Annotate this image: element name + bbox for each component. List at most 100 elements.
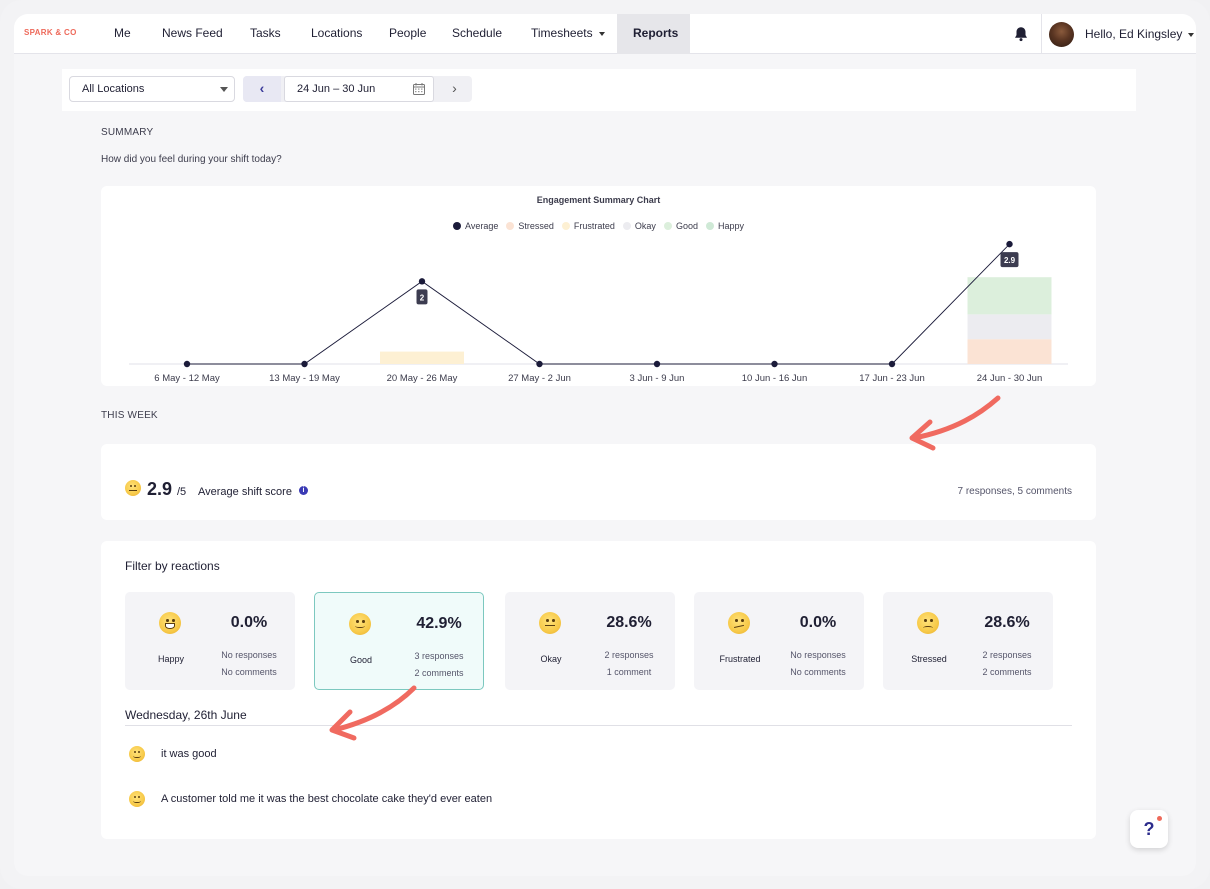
- summary-heading: SUMMARY: [101, 127, 154, 138]
- annotation-arrow-icon: [329, 685, 417, 741]
- bell-icon[interactable]: [1012, 25, 1030, 43]
- engagement-chart-card: Engagement Summary Chart Average Stressed…: [101, 186, 1096, 386]
- date-range-picker: ‹ 24 Jun – 30 Jun ›: [243, 76, 472, 102]
- x-tick-label: 17 Jun - 23 Jun: [859, 373, 925, 384]
- day-divider: [125, 725, 1072, 726]
- average-score-label: Average shift score: [198, 486, 292, 498]
- nav-item-people[interactable]: People: [373, 14, 442, 54]
- reaction-percent: 0.0%: [230, 614, 268, 631]
- neutral-face-icon: [539, 612, 561, 634]
- reaction-comments: 2 comments: [982, 667, 1032, 677]
- x-tick-label: 27 May - 2 Jun: [508, 373, 571, 384]
- chart-plot: 2 2.9 6 May - 12 May 13 May - 19 May 20 May …: [129, 240, 1068, 384]
- data-label: 2.9: [1004, 256, 1016, 265]
- bar-segment-okay: [967, 314, 1052, 340]
- reaction-percent: 28.6%: [984, 614, 1030, 631]
- previous-week-button[interactable]: ‹: [243, 76, 281, 102]
- bar-segment-good: [967, 277, 1052, 315]
- reaction-comments: No comments: [221, 667, 277, 677]
- summary-question: How did you feel during your shift today…: [101, 154, 282, 165]
- chevron-down-icon: [220, 87, 228, 92]
- nav-item-reports[interactable]: Reports: [617, 14, 690, 54]
- slightly-smiling-face-icon: [129, 746, 145, 762]
- x-tick-label: 13 May - 19 May: [269, 373, 340, 384]
- average-point: [418, 278, 426, 285]
- reaction-name: Frustrated: [719, 654, 761, 664]
- average-point: [536, 360, 543, 368]
- reaction-comments: No comments: [790, 667, 846, 677]
- nav-item-tasks[interactable]: Tasks: [234, 14, 297, 54]
- nav-item-locations[interactable]: Locations: [295, 14, 378, 54]
- reaction-comments: 1 comment: [606, 667, 652, 677]
- nav-item-me[interactable]: Me: [98, 14, 147, 54]
- average-point: [183, 360, 191, 368]
- confused-face-icon: [728, 612, 750, 634]
- responses-summary: 7 responses, 5 comments: [957, 486, 1073, 497]
- shift-score-card: 2.9 /5 Average shift score i 7 responses…: [101, 444, 1096, 520]
- average-score-value: 2.9: [147, 479, 173, 499]
- chevron-down-icon: [598, 31, 605, 36]
- reaction-name: Stressed: [911, 654, 947, 664]
- reactions-card: Filter by reactions Happy 0.0% No respon…: [101, 541, 1096, 839]
- reaction-filter-frustrated[interactable]: Frustrated 0.0% No responses No comments: [694, 592, 864, 690]
- average-line: [187, 243, 1010, 365]
- reaction-responses: No responses: [790, 650, 846, 660]
- avatar[interactable]: [1049, 22, 1074, 47]
- location-select-value: All Locations: [82, 83, 145, 95]
- filter-title: Filter by reactions: [125, 559, 220, 573]
- x-tick-label: 3 Jun - 9 Jun: [630, 373, 685, 384]
- this-week-heading: THIS WEEK: [101, 410, 158, 421]
- brand-logo[interactable]: SPARK & CO: [24, 28, 77, 37]
- reaction-percent: 28.6%: [606, 614, 652, 631]
- help-label: ?: [1143, 819, 1155, 839]
- nav-item-news-feed[interactable]: News Feed: [146, 14, 239, 54]
- user-greeting: Hello, Ed Kingsley: [1085, 27, 1183, 41]
- data-label: 2: [420, 293, 425, 302]
- reaction-responses: 2 responses: [604, 650, 654, 660]
- score-scale: /5: [177, 486, 187, 498]
- bar-segment-frustrated: [380, 351, 464, 364]
- top-navigation: SPARK & CO Me News Feed Tasks Locations …: [14, 14, 1196, 54]
- nav-item-timesheets[interactable]: Timesheets: [515, 14, 621, 54]
- reaction-name: Good: [349, 655, 373, 665]
- reaction-name: Happy: [157, 654, 184, 664]
- notification-dot: [1157, 816, 1162, 821]
- date-range-field[interactable]: 24 Jun – 30 Jun: [284, 76, 434, 102]
- x-tick-label: 20 May - 26 May: [387, 373, 458, 384]
- grinning-face-icon: [159, 612, 181, 634]
- nav-item-timesheets-label: Timesheets: [531, 26, 593, 40]
- comment-text: it was good: [161, 748, 217, 760]
- filter-toolbar: All Locations ‹ 24 Jun – 30 Jun ›: [62, 69, 1136, 111]
- slightly-smiling-face-icon: [349, 613, 371, 635]
- x-tick-label: 10 Jun - 16 Jun: [742, 373, 808, 384]
- reaction-filter-good[interactable]: Good 42.9% 3 responses 2 comments: [314, 592, 484, 690]
- nav-item-schedule[interactable]: Schedule: [436, 14, 518, 54]
- user-menu[interactable]: Hello, Ed Kingsley: [1085, 27, 1195, 41]
- reaction-responses: 3 responses: [414, 651, 464, 661]
- average-point: [653, 360, 661, 368]
- reaction-name: Okay: [540, 654, 562, 664]
- calendar-icon: [413, 83, 425, 95]
- reaction-filter-stressed[interactable]: Stressed 28.6% 2 responses 2 comments: [883, 592, 1053, 690]
- annotation-arrow-icon: [909, 395, 1001, 451]
- reaction-filter-happy[interactable]: Happy 0.0% No responses No comments: [125, 592, 295, 690]
- reaction-percent: 0.0%: [799, 614, 837, 631]
- x-tick-label: 24 Jun - 30 Jun: [977, 373, 1043, 384]
- average-point: [301, 360, 308, 368]
- comments-day-heading: Wednesday, 26th June: [125, 708, 247, 722]
- reaction-responses: No responses: [221, 650, 277, 660]
- x-tick-label: 6 May - 12 May: [154, 373, 220, 384]
- help-button[interactable]: ?: [1130, 810, 1168, 848]
- app-window: SPARK & CO Me News Feed Tasks Locations …: [14, 14, 1196, 876]
- date-range-value: 24 Jun – 30 Jun: [297, 83, 376, 95]
- reaction-percent: 42.9%: [416, 615, 462, 632]
- reaction-responses: 2 responses: [982, 650, 1032, 660]
- frowning-face-icon: [917, 612, 939, 634]
- location-select[interactable]: All Locations: [69, 76, 235, 102]
- slightly-smiling-face-icon: [129, 791, 145, 807]
- next-week-button[interactable]: ›: [437, 76, 472, 102]
- info-icon[interactable]: i: [299, 486, 308, 495]
- reaction-filter-okay[interactable]: Okay 28.6% 2 responses 1 comment: [505, 592, 675, 690]
- average-point: [771, 360, 778, 368]
- reaction-comments: 2 comments: [414, 668, 464, 678]
